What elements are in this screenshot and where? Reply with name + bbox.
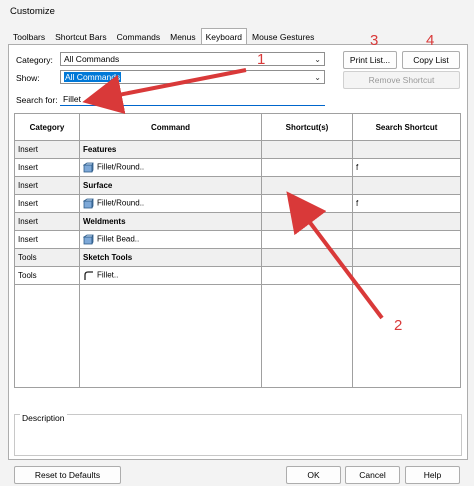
annotation-number-2: 2 [394,317,403,334]
annotation-arrow-1 [82,68,247,115]
annotation-number-1: 1 [257,51,266,68]
annotation-overlay [82,68,384,320]
annotation-arrow-2 [286,191,384,320]
annotation-number-3: 3 [370,32,379,49]
annotation-number-4: 4 [426,32,435,49]
